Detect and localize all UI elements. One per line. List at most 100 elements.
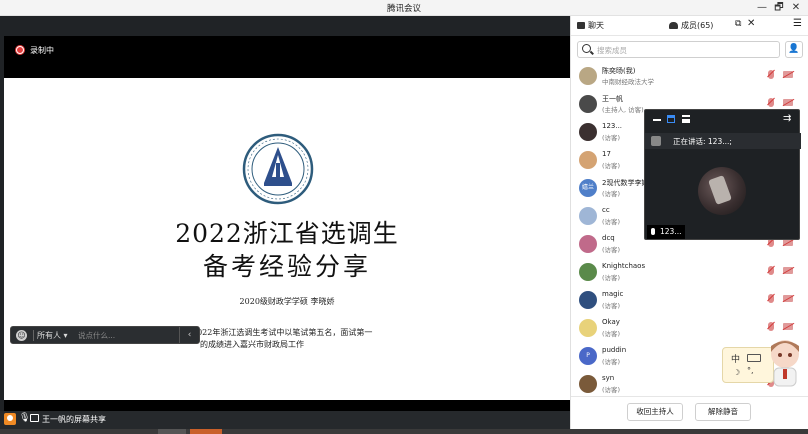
slide-author: 2020级财政学学硕 李晓娇 [239,297,335,306]
tab-chat[interactable]: 聊天 [577,20,604,31]
search-placeholder[interactable]: 搜索成员 [597,45,627,56]
screen-share-label: 王一帆的屏幕共享 [42,415,106,424]
camera-off-icon[interactable] [783,71,793,78]
member-role: (访客) [602,358,621,366]
mic-muted-icon[interactable] [768,322,774,331]
member-row[interactable]: Knightchaos (访客) [571,260,808,288]
camera-off-icon[interactable] [783,323,793,330]
moon-icon[interactable]: ☽ [733,368,740,377]
member-row[interactable]: magic (访客) [571,288,808,316]
video-window-toolbar: ⇉ [645,110,801,128]
shared-slide: 2022浙江省选调生 备考经验分享 2020级财政学学硕 李晓娇 个人简介：在2… [4,78,570,400]
member-role: (主持人, 访客) [602,106,644,114]
speaker-avatar [651,136,661,146]
recording-label: 录制中 [30,46,54,55]
avatar [579,375,597,393]
search-icon [582,44,591,53]
window-title: 腾讯会议 [386,4,421,14]
add-user-button[interactable]: 👤 [785,41,803,58]
member-role: (访客) [602,190,621,198]
member-role: (访客) [602,218,621,226]
avatar [579,263,597,281]
avatar [579,123,597,141]
panel-tabs: 聊天 成员(65) ⧉ ✕ ☰ [571,16,808,36]
collapse-chat-button[interactable]: ‹ [179,327,199,343]
member-role: (访客) [602,302,621,310]
mic-muted-icon[interactable] [768,266,774,275]
recording-bar: 录制中 [4,36,570,78]
chat-input-bar[interactable]: ☺ 所有人 ▾ 说点什么... ‹ [10,326,200,344]
taskbar-item[interactable] [158,429,186,434]
taskbar-item-active[interactable] [190,429,222,434]
pop-out-icon[interactable]: ⧉ [735,19,741,29]
avatar: 嬉兰 [579,179,597,197]
member-role: (访客) [602,134,621,142]
speaker-view-icon[interactable] [667,115,675,123]
camera-off-icon[interactable] [783,99,793,106]
members-icon [669,22,678,29]
camera-off-icon[interactable] [783,295,793,302]
member-row[interactable]: 陈奕旸(我) 中南财经政法大学 [571,64,808,92]
mic-icon: 🎙 [19,413,31,423]
user-icon [4,413,16,425]
ime-mode[interactable]: 中 [731,352,740,365]
mic-muted-icon[interactable] [768,294,774,303]
close-panel-icon[interactable]: ✕ [747,18,755,29]
punctuation-icon[interactable]: °, [747,366,754,375]
close-button[interactable]: ✕ [789,1,803,15]
divider [33,330,34,341]
chat-target-select[interactable]: 所有人 ▾ [37,330,68,341]
floating-video-window[interactable]: ⇉ 正在讲话: 123...; 123... [644,109,801,240]
member-name: 123... [602,122,623,130]
speaking-indicator: 正在讲话: 123...; [645,133,801,149]
unmute-all-button[interactable]: 解除静音 [695,403,751,421]
avatar [579,95,597,113]
panel-footer: 收回主持人 解除静音 [571,396,808,429]
speaking-label: 正在讲话: 123...; [673,137,732,146]
expand-icon[interactable]: ⇉ [783,113,791,124]
take-host-button[interactable]: 收回主持人 [627,403,683,421]
member-name: 王一帆 [602,95,623,103]
tab-members[interactable]: 成员(65) [669,20,713,31]
mic-muted-icon[interactable] [768,70,774,79]
screen-share-icon [30,414,39,422]
avatar: P [579,347,597,365]
tab-members-label: 成员(65) [681,21,714,30]
member-name: syn [602,374,615,382]
member-name: Okay [602,318,620,326]
minimize-video-icon[interactable] [653,119,661,121]
slide-title-line1: 2022浙江省选调生 [175,219,399,248]
mic-icon [651,228,655,235]
avatar [579,235,597,253]
member-search-input[interactable]: 搜索成员 [577,41,780,58]
member-role: (访客) [602,162,621,170]
maximize-button[interactable]: 🗗 [772,1,786,15]
avatar [579,151,597,169]
member-name: 17 [602,150,611,158]
camera-off-icon[interactable] [783,267,793,274]
keyboard-icon[interactable] [747,354,761,362]
slide-title-line2: 备考经验分享 [202,252,371,281]
camera-off-icon[interactable] [783,239,793,246]
avatar-text: P [586,352,590,359]
member-role: (访客) [602,386,621,394]
title-bar: 腾讯会议 — 🗗 ✕ [0,0,808,16]
avatar [579,319,597,337]
member-role: (访客) [602,330,621,338]
video-frame-phone [708,175,732,205]
chat-icon [577,22,585,29]
meeting-area: 录制中 2022浙江省选调生 备考经验分享 2020级财政学学硕 李晓娇 个人简… [0,16,570,434]
member-role: (访客) [602,246,621,254]
record-icon [16,46,24,54]
list-view-icon[interactable] [682,115,690,123]
member-role: (访客) [602,274,621,282]
chat-input-placeholder[interactable]: 说点什么... [78,330,115,341]
mic-muted-icon[interactable] [768,98,774,107]
menu-icon[interactable]: ☰ [793,18,802,29]
minimize-button[interactable]: — [755,1,769,15]
taskbar [0,429,808,434]
member-name: puddin [602,346,627,354]
tab-chat-label: 聊天 [588,21,604,30]
member-role: 中南财经政法大学 [602,78,654,86]
emoji-icon[interactable]: ☺ [16,330,27,341]
